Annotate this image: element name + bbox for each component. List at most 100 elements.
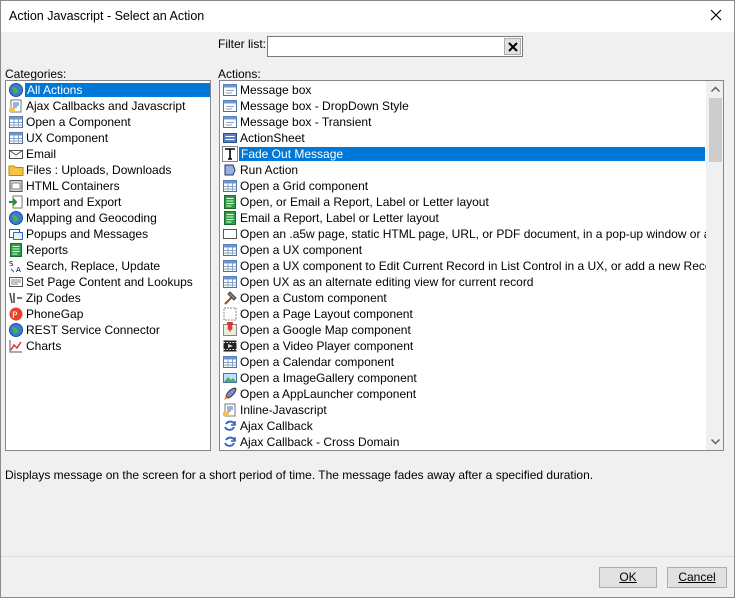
action-item-label: Open a UX component — [240, 243, 363, 257]
script-icon — [8, 98, 24, 114]
filter-label: Filter list: — [218, 37, 266, 51]
close-icon[interactable] — [708, 7, 724, 23]
actions-label: Actions: — [218, 67, 261, 81]
action-item-label: Open, or Email a Report, Label or Letter… — [240, 195, 489, 209]
action-item-label: Open a Google Map component — [240, 323, 411, 337]
filter-input[interactable] — [269, 38, 503, 55]
category-item-label: All Actions — [25, 83, 210, 97]
message-box-icon — [222, 98, 238, 114]
message-box-icon — [222, 82, 238, 98]
window-icon — [222, 226, 238, 242]
category-item-label: Import and Export — [26, 195, 122, 209]
category-item-label: Popups and Messages — [26, 227, 149, 241]
action-item-label: Open a UX component to Edit Current Reco… — [240, 259, 724, 273]
ok-button[interactable]: OK — [599, 567, 657, 588]
action-item-label: Fade Out Message — [239, 147, 705, 161]
action-item-label: Email a Report, Label or Letter layout — [240, 211, 439, 225]
folder-icon — [8, 162, 24, 178]
callback-icon — [222, 418, 238, 434]
title-bar: Action Javascript - Select an Action — [1, 1, 734, 32]
categories-label: Categories: — [5, 67, 67, 81]
category-item-label: Charts — [26, 339, 62, 353]
grid-icon — [8, 114, 24, 130]
clear-filter-button[interactable] — [504, 38, 521, 55]
report-icon — [8, 242, 24, 258]
chart-icon — [8, 338, 24, 354]
script-icon — [222, 402, 238, 418]
grid-icon — [222, 242, 238, 258]
grid-icon — [222, 354, 238, 370]
rocket-icon — [222, 386, 238, 402]
action-item-label: Run Action — [240, 163, 299, 177]
category-item-label: Ajax Callbacks and Javascript — [26, 99, 186, 113]
globe-icon — [8, 82, 24, 98]
category-item-label: Reports — [26, 243, 69, 257]
zip-icon — [8, 290, 24, 306]
grid-icon — [222, 258, 238, 274]
action-item-label: Open a ImageGallery component — [240, 371, 417, 385]
video-icon — [222, 338, 238, 354]
svg-text:S: S — [9, 260, 14, 268]
categories-list[interactable]: All Actions Ajax Callbacks and Javascript… — [5, 80, 211, 451]
scroll-thumb[interactable] — [709, 98, 722, 162]
action-item-label: Ajax Callback - Cross Domain — [240, 435, 400, 449]
category-item-label: Zip Codes — [26, 291, 81, 305]
report-icon — [222, 194, 238, 210]
action-item-label: Open an .a5w page, static HTML page, URL… — [240, 227, 724, 241]
category-item-label: Files : Uploads, Downloads — [26, 163, 172, 177]
action-item-label: Open a Page Layout component — [240, 307, 413, 321]
action-item-label: Open a Calendar component — [240, 355, 395, 369]
text-t-icon — [222, 146, 238, 162]
globe-icon — [8, 322, 24, 338]
svg-text:P: P — [12, 311, 18, 321]
action-item-label: Open a Grid component — [240, 179, 369, 193]
action-item-label: Message box - Transient — [240, 115, 372, 129]
action-dialog: Action Javascript - Select an Action Fil… — [0, 0, 735, 598]
page-layout-icon — [222, 306, 238, 322]
divider — [1, 556, 734, 557]
action-item-label: Open UX as an alternate editing view for… — [240, 275, 534, 289]
ok-button-label: OK — [619, 570, 637, 584]
actions-scrollbar[interactable] — [706, 81, 723, 450]
action-item-label: ActionSheet — [240, 131, 305, 145]
run-action-icon — [222, 162, 238, 178]
report-icon — [222, 210, 238, 226]
action-item-label: Message box — [240, 83, 312, 97]
phonegap-icon: P — [8, 306, 24, 322]
grid-icon — [222, 274, 238, 290]
filter-field — [267, 36, 523, 57]
category-item-label: REST Service Connector — [26, 323, 160, 337]
category-item-label: Open a Component — [26, 115, 131, 129]
scroll-up-arrow[interactable] — [707, 81, 723, 98]
page-content-icon — [8, 274, 24, 290]
message-box-icon — [222, 114, 238, 130]
callback-icon — [222, 434, 238, 450]
category-item-label: PhoneGap — [26, 307, 84, 321]
category-item-label: Mapping and Geocoding — [26, 211, 157, 225]
grid-icon — [222, 178, 238, 194]
hammer-icon — [222, 290, 238, 306]
import-export-icon — [8, 194, 24, 210]
category-item-label: UX Component — [26, 131, 109, 145]
actions-list[interactable]: Message box Message box - DropDown Style M… — [219, 80, 724, 451]
window-title: Action Javascript - Select an Action — [9, 9, 205, 23]
scroll-down-arrow[interactable] — [707, 433, 723, 450]
action-item-label: Inline-Javascript — [240, 403, 327, 417]
category-item-label: Email — [26, 147, 57, 161]
cancel-button-label: Cancel — [678, 570, 716, 584]
action-item-label: Open a Video Player component — [240, 339, 414, 353]
category-item-label: Set Page Content and Lookups — [26, 275, 193, 289]
popup-icon — [8, 226, 24, 242]
email-icon — [8, 146, 24, 162]
grid-icon — [8, 130, 24, 146]
category-item-label: HTML Containers — [26, 179, 120, 193]
container-icon — [8, 178, 24, 194]
map-pin-icon — [222, 320, 238, 338]
action-item-label: Ajax Callback — [240, 419, 313, 433]
search-replace-icon: SA — [8, 258, 24, 274]
action-item-label: Message box - DropDown Style — [240, 99, 409, 113]
cancel-button[interactable]: Cancel — [667, 567, 727, 588]
image-gallery-icon — [222, 370, 238, 386]
globe-icon — [8, 210, 24, 226]
actionsheet-icon — [222, 130, 238, 146]
